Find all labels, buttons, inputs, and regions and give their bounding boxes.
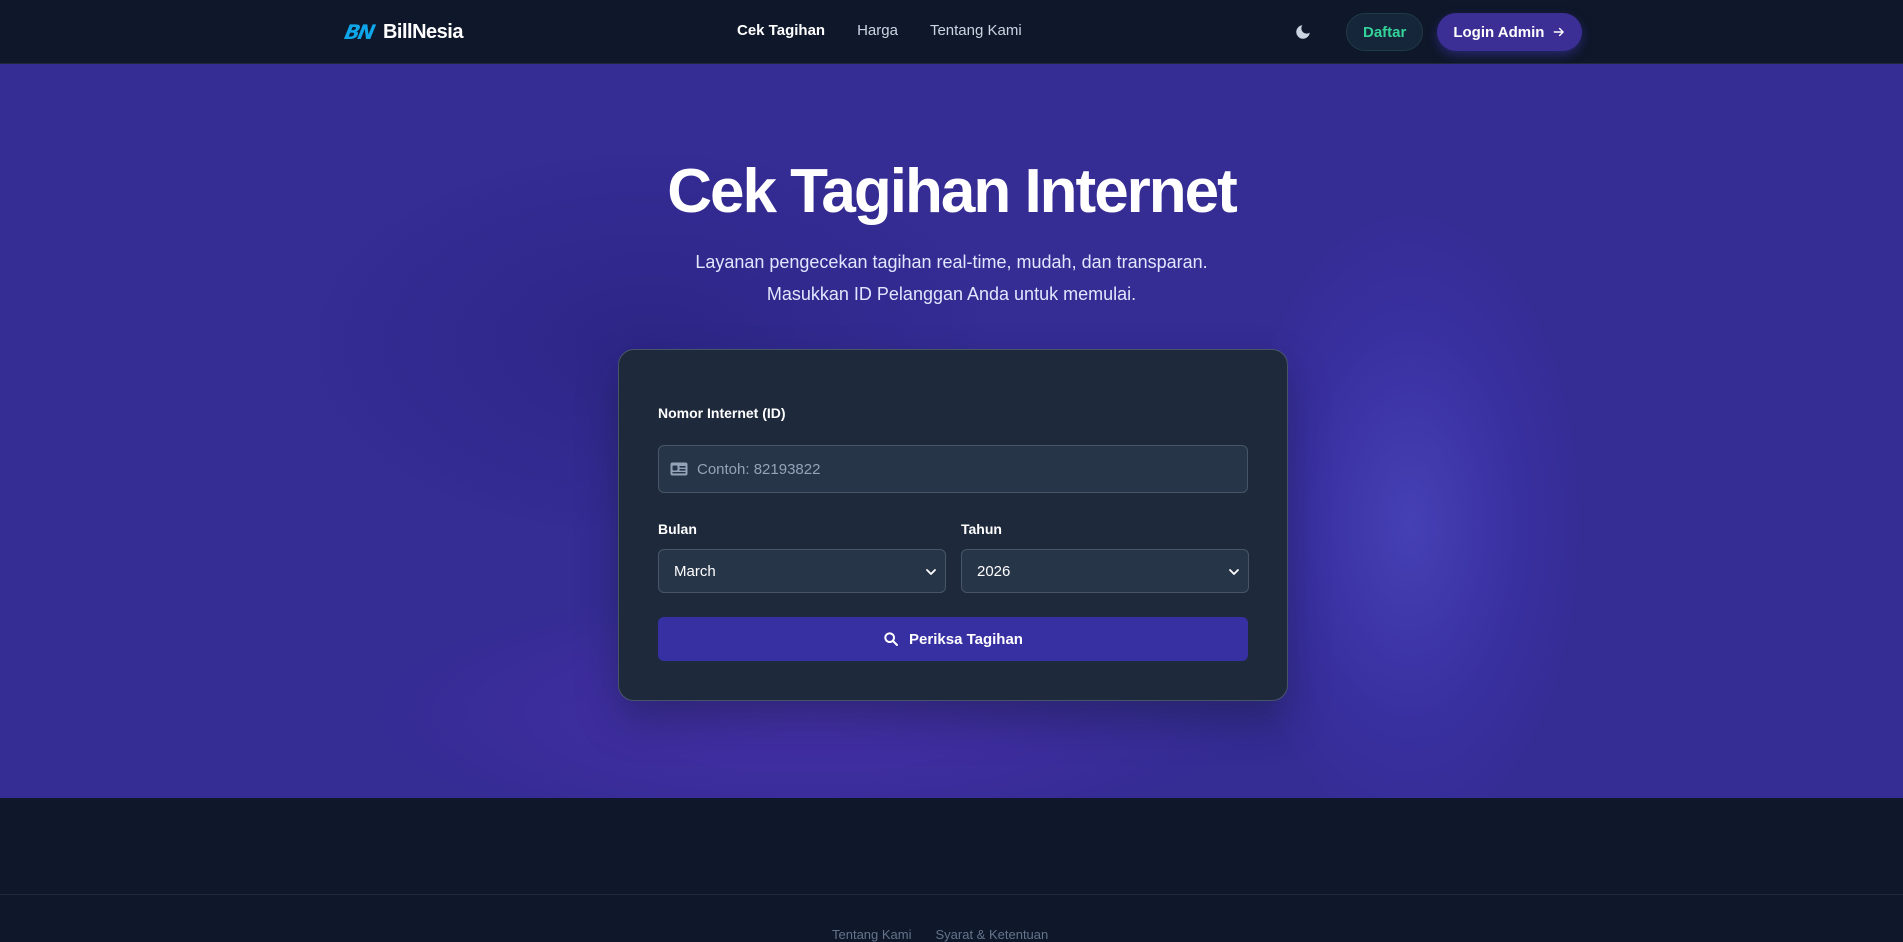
id-card-icon <box>670 462 688 476</box>
customer-id-label: Nomor Internet (ID) <box>658 405 786 421</box>
hero-subtitle: Layanan pengecekan tagihan real-time, mu… <box>0 246 1903 310</box>
hero-subtitle-line: Masukkan ID Pelanggan Anda untuk memulai… <box>766 284 1137 304</box>
brand-logo-icon: BN <box>342 20 376 44</box>
nav-actions: Daftar Login Admin <box>1290 13 1583 51</box>
check-bill-label: Periksa Tagihan <box>909 630 1023 648</box>
login-admin-button[interactable]: Login Admin <box>1437 13 1583 51</box>
brand[interactable]: BN BillNesia <box>342 20 463 44</box>
nav-link-cek-tagihan[interactable]: Cek Tagihan <box>737 22 825 42</box>
year-label: Tahun <box>961 521 1002 537</box>
moon-icon <box>1296 25 1310 39</box>
brand-name: BillNesia <box>382 20 463 43</box>
hero-subtitle-line: Layanan pengecekan tagihan real-time, mu… <box>695 252 1208 272</box>
main-nav: Cek Tagihan Harga Tentang Kami <box>737 22 1022 42</box>
footer-link-tentang-kami[interactable]: Tentang Kami <box>832 927 912 942</box>
footer-divider <box>0 894 1903 895</box>
register-button[interactable]: Daftar <box>1346 13 1424 51</box>
hero-section: Cek Tagihan Internet Layanan pengecekan … <box>0 64 1903 798</box>
footer-link-syarat-ketentuan[interactable]: Syarat & Ketentuan <box>936 927 1049 942</box>
arrow-right-icon <box>1554 27 1565 37</box>
theme-toggle-button[interactable] <box>1290 19 1316 45</box>
customer-id-input[interactable] <box>697 446 1237 492</box>
month-select[interactable]: March <box>658 549 946 593</box>
footer-links: Tentang Kami Syarat & Ketentuan <box>832 927 1048 942</box>
navbar: BN BillNesia Cek Tagihan Harga Tentang K… <box>0 0 1903 64</box>
nav-link-tentang-kami[interactable]: Tentang Kami <box>930 22 1022 42</box>
search-icon <box>884 632 899 646</box>
login-admin-label: Login Admin <box>1453 23 1545 41</box>
page-title: Cek Tagihan Internet <box>667 157 1238 226</box>
chevron-down-icon <box>1229 569 1239 575</box>
month-select-value: March <box>674 563 716 580</box>
chevron-down-icon <box>926 569 936 575</box>
check-bill-button[interactable]: Periksa Tagihan <box>658 617 1248 661</box>
year-select[interactable]: 2026 <box>961 549 1249 593</box>
bill-check-form: Nomor Internet (ID) Bulan March Tahun 20… <box>618 349 1288 701</box>
year-select-value: 2026 <box>977 563 1011 580</box>
nav-link-harga[interactable]: Harga <box>857 22 898 42</box>
customer-id-field[interactable] <box>658 445 1248 493</box>
month-label: Bulan <box>658 521 697 537</box>
